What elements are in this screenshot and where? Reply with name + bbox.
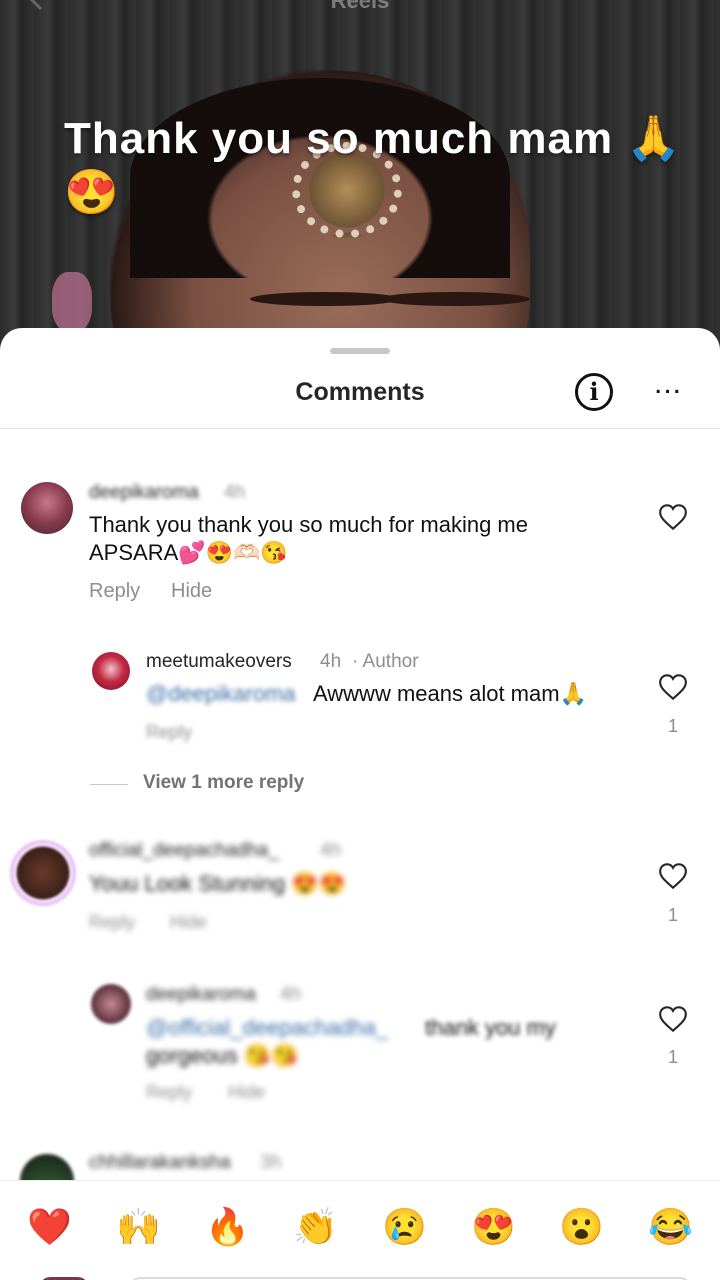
avatar[interactable]	[91, 984, 131, 1024]
comment-username[interactable]: deepikaroma	[89, 482, 199, 504]
comment-username[interactable]: chhillarakanksha	[89, 1152, 231, 1174]
like-heart-icon[interactable]	[659, 674, 687, 700]
page-title: Reels	[330, 0, 390, 13]
more-options-icon[interactable]: ...	[650, 369, 686, 406]
crying-emoji-button[interactable]: 😢	[382, 1205, 427, 1249]
heart-eyes-emoji-button[interactable]: 😍	[471, 1205, 516, 1249]
reply-username[interactable]: deepikaroma	[146, 984, 256, 1006]
comment-time: 3h	[260, 1152, 282, 1173]
comment-time: 4h	[224, 482, 246, 503]
reel-caption: Thank you so much mam 🙏😍	[64, 114, 683, 217]
hair-flower	[52, 272, 92, 332]
reply-button[interactable]: Reply	[89, 912, 135, 933]
reply-text-continued: gorgeous 😘😘	[146, 1043, 299, 1068]
fire-emoji-button[interactable]: 🔥	[205, 1205, 250, 1249]
hide-button[interactable]: Hide	[228, 1082, 265, 1103]
avatar[interactable]	[92, 652, 130, 690]
reply-time: 4h	[320, 651, 342, 672]
sheet-drag-handle[interactable]	[330, 348, 390, 354]
comment-text: Youu Look Stunning 😍😍	[89, 871, 347, 896]
reply-button[interactable]: Reply	[89, 580, 140, 603]
reply-text: thank you my	[425, 1015, 556, 1040]
like-count: 1	[667, 1047, 678, 1067]
hide-button[interactable]: Hide	[170, 912, 207, 933]
header-divider	[0, 428, 720, 429]
avatar[interactable]	[10, 840, 76, 906]
like-count: 1	[667, 905, 678, 925]
author-badge: · Author	[352, 651, 419, 672]
reply-time: 4h	[280, 984, 302, 1005]
view-more-replies-button[interactable]: View 1 more reply	[143, 772, 304, 794]
heart-emoji-button[interactable]: ❤️	[27, 1205, 72, 1249]
comments-sheet[interactable]: Comments i ... deepikaroma 4h Thank you …	[0, 328, 720, 1280]
reply-button[interactable]: Reply	[146, 722, 192, 743]
hide-button[interactable]: Hide	[171, 580, 212, 603]
view-replies-line	[90, 784, 128, 785]
reply-username[interactable]: meetumakeovers	[146, 651, 292, 673]
comment-text: Thank you thank you so much for making m…	[89, 512, 528, 565]
reply-button[interactable]: Reply	[146, 1082, 192, 1103]
comment-time: 4h	[320, 840, 342, 861]
like-heart-icon[interactable]	[659, 504, 687, 530]
clap-emoji-button[interactable]: 👏	[293, 1205, 338, 1249]
raised-hands-emoji-button[interactable]: 🙌	[116, 1205, 161, 1249]
like-heart-icon[interactable]	[659, 863, 687, 889]
reply-mention[interactable]: @deepikaroma	[146, 680, 296, 708]
avatar[interactable]	[21, 482, 73, 534]
reply-mention[interactable]: @official_deepachadha_	[146, 1014, 388, 1042]
like-heart-icon[interactable]	[659, 1006, 687, 1032]
eyebrow-left	[250, 292, 400, 306]
comment-username[interactable]: official_deepachadha_	[89, 840, 279, 862]
reply-text: Awwww means alot mam🙏	[313, 681, 587, 706]
laughing-emoji-button[interactable]: 😂	[648, 1205, 693, 1249]
like-count: 1	[667, 716, 678, 736]
eyebrow-right	[380, 292, 530, 306]
emoji-reaction-bar: ❤️ 🙌 🔥 👏 😢 😍 😮 😂	[0, 1180, 720, 1280]
info-icon[interactable]: i	[575, 373, 613, 411]
surprised-emoji-button[interactable]: 😮	[559, 1205, 604, 1249]
